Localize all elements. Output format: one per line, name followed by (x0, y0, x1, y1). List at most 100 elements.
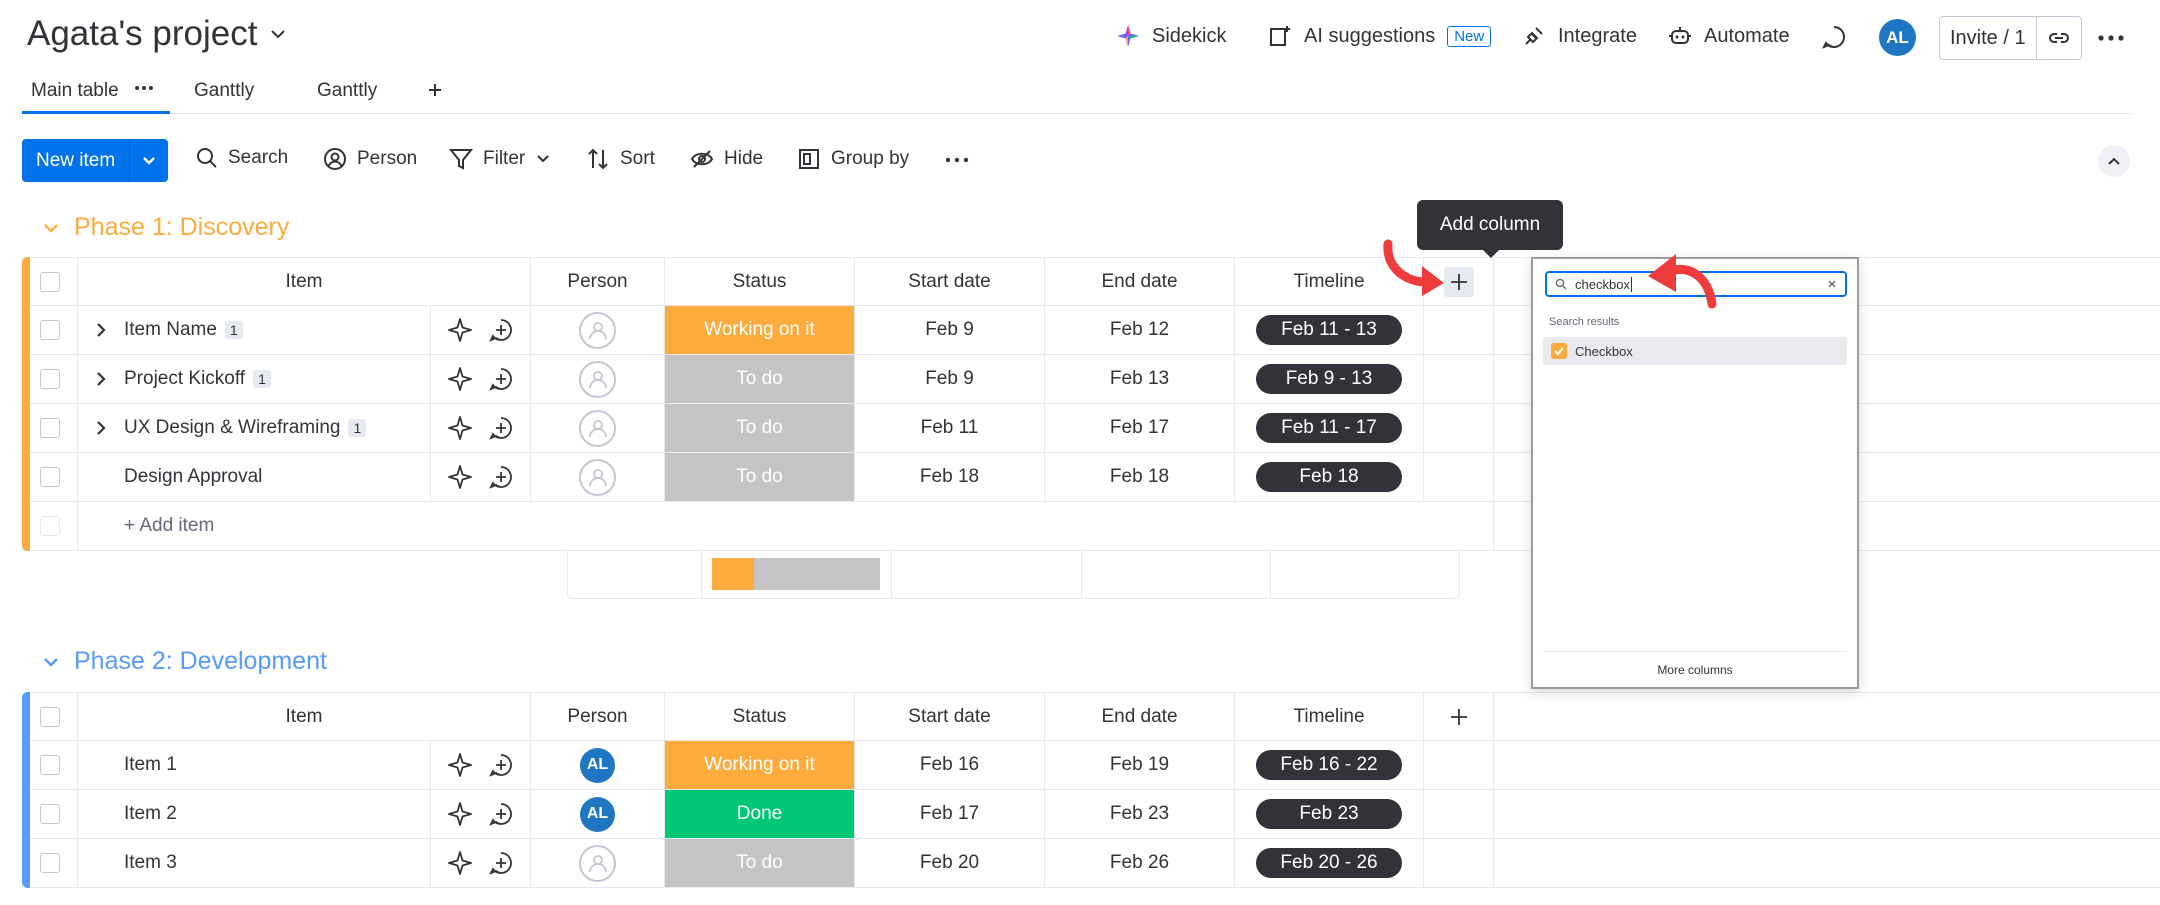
row-select-cell[interactable] (22, 790, 78, 839)
chevron-right-icon[interactable] (78, 371, 124, 387)
row-select-cell[interactable] (22, 839, 78, 888)
subitems-count-badge[interactable]: 1 (224, 321, 243, 339)
user-avatar[interactable]: AL (1879, 19, 1916, 56)
chevron-down-icon[interactable] (269, 25, 287, 43)
more-options-icon[interactable] (2096, 26, 2126, 50)
add-update-icon[interactable] (488, 366, 514, 392)
sparkle-icon[interactable] (447, 801, 473, 827)
search-button[interactable]: Search (196, 147, 288, 169)
row-checkbox[interactable] (40, 320, 60, 340)
project-title[interactable]: Agata's project (27, 14, 287, 54)
add-update-icon[interactable] (488, 752, 514, 778)
item-name[interactable]: Project Kickoff (124, 368, 245, 390)
timeline-cell[interactable]: Feb 9 - 13 (1235, 355, 1424, 404)
person-cell[interactable]: AL (531, 790, 665, 839)
sparkle-icon[interactable] (447, 464, 473, 490)
add-item-input[interactable]: + Add item (78, 502, 1494, 551)
timeline-cell[interactable]: Feb 16 - 22 (1235, 741, 1424, 790)
end-date-cell[interactable]: Feb 26 (1045, 839, 1235, 888)
column-header-person[interactable]: Person (531, 257, 665, 306)
select-all-cell[interactable] (22, 257, 78, 306)
end-date-cell[interactable]: Feb 13 (1045, 355, 1235, 404)
column-header-end[interactable]: End date (1045, 257, 1235, 306)
column-header-status[interactable]: Status (665, 692, 855, 741)
column-header-end[interactable]: End date (1045, 692, 1235, 741)
collapse-header-button[interactable] (2098, 145, 2130, 177)
start-date-cell[interactable]: Feb 17 (855, 790, 1045, 839)
end-date-cell[interactable]: Feb 23 (1045, 790, 1235, 839)
tab-options-icon[interactable] (134, 82, 154, 94)
timeline-cell[interactable]: Feb 23 (1235, 790, 1424, 839)
sparkle-icon[interactable] (447, 850, 473, 876)
integrate-button[interactable]: Integrate (1522, 24, 1637, 48)
table-row[interactable]: Item 1 AL Working on it Feb 16 Feb 19 Feb 16 … (22, 741, 2160, 790)
row-select-cell[interactable] (22, 741, 78, 790)
end-date-cell[interactable]: Feb 17 (1045, 404, 1235, 453)
ai-suggestions-button[interactable]: AI suggestions New (1268, 24, 1492, 48)
item-name-cell[interactable]: Item 3 (78, 839, 431, 888)
row-select-cell[interactable] (22, 306, 78, 355)
status-cell[interactable]: To do (665, 355, 855, 404)
chevron-down-icon[interactable] (535, 151, 551, 167)
invite-button[interactable]: Invite / 1 (1939, 16, 2082, 60)
select-all-checkbox[interactable] (40, 271, 60, 292)
column-header-status[interactable]: Status (665, 257, 855, 306)
add-update-icon[interactable] (488, 850, 514, 876)
row-checkbox[interactable] (40, 853, 60, 873)
item-name[interactable]: Item 2 (124, 803, 177, 825)
person-cell[interactable]: AL (531, 741, 665, 790)
add-update-icon[interactable] (488, 464, 514, 490)
table-row[interactable]: Item 3 To do Feb 20 Feb 26 Feb 20 - 26 (22, 839, 2160, 888)
end-date-cell[interactable]: Feb 18 (1045, 453, 1235, 502)
person-filter-button[interactable]: Person (323, 147, 417, 171)
result-checkbox-item[interactable]: Checkbox (1543, 337, 1847, 365)
group-title[interactable]: Phase 2: Development (74, 647, 327, 676)
column-header-person[interactable]: Person (531, 692, 665, 741)
chevron-down-icon[interactable] (42, 219, 60, 237)
status-cell[interactable]: Working on it (665, 741, 855, 790)
column-search-value[interactable]: checkbox (1575, 276, 1632, 292)
column-header-start[interactable]: Start date (855, 692, 1045, 741)
status-cell[interactable]: Done (665, 790, 855, 839)
select-all-cell[interactable] (22, 692, 78, 741)
subitems-count-badge[interactable]: 1 (253, 370, 271, 388)
status-summary-cell[interactable] (702, 550, 892, 598)
sparkle-icon[interactable] (447, 366, 473, 392)
group-header-phase-1[interactable]: Phase 1: Discovery (42, 213, 289, 242)
sidekick-button[interactable]: Sidekick (1116, 24, 1226, 48)
person-cell[interactable] (531, 306, 665, 355)
link-icon[interactable] (2035, 17, 2081, 59)
add-update-icon[interactable] (488, 415, 514, 441)
item-name[interactable]: UX Design & Wireframing (124, 417, 340, 439)
new-item-button[interactable]: New item (22, 139, 169, 182)
row-checkbox[interactable] (40, 369, 60, 389)
status-cell[interactable]: To do (665, 404, 855, 453)
end-date-cell[interactable]: Feb 19 (1045, 741, 1235, 790)
start-date-cell[interactable]: Feb 20 (855, 839, 1045, 888)
start-date-cell[interactable]: Feb 11 (855, 404, 1045, 453)
tab-main-table[interactable]: Main table (31, 80, 119, 102)
row-select-cell[interactable] (22, 355, 78, 404)
chevron-right-icon[interactable] (78, 322, 124, 338)
row-checkbox[interactable] (40, 418, 60, 438)
chevron-down-icon[interactable] (42, 653, 60, 671)
group-header-phase-2[interactable]: Phase 2: Development (42, 647, 327, 676)
group-title[interactable]: Phase 1: Discovery (74, 213, 289, 242)
timeline-cell[interactable]: Feb 20 - 26 (1235, 839, 1424, 888)
person-cell[interactable] (531, 453, 665, 502)
close-icon[interactable] (1827, 279, 1837, 289)
table-row[interactable]: Item 2 AL Done Feb 17 Feb 23 Feb 23 (22, 790, 2160, 839)
person-cell[interactable] (531, 839, 665, 888)
item-name-cell[interactable]: Item 1 (78, 741, 431, 790)
end-date-cell[interactable]: Feb 12 (1045, 306, 1235, 355)
item-name-cell[interactable]: Design Approval (78, 453, 431, 502)
row-checkbox[interactable] (40, 804, 60, 824)
item-name[interactable]: Item Name (124, 319, 217, 341)
row-select-cell[interactable] (22, 453, 78, 502)
timeline-cell[interactable]: Feb 18 (1235, 453, 1424, 502)
group-by-button[interactable]: Group by (797, 147, 909, 171)
select-all-checkbox[interactable] (40, 706, 60, 727)
automate-button[interactable]: Automate (1668, 24, 1790, 48)
row-checkbox[interactable] (40, 755, 60, 775)
status-cell[interactable]: Working on it (665, 306, 855, 355)
